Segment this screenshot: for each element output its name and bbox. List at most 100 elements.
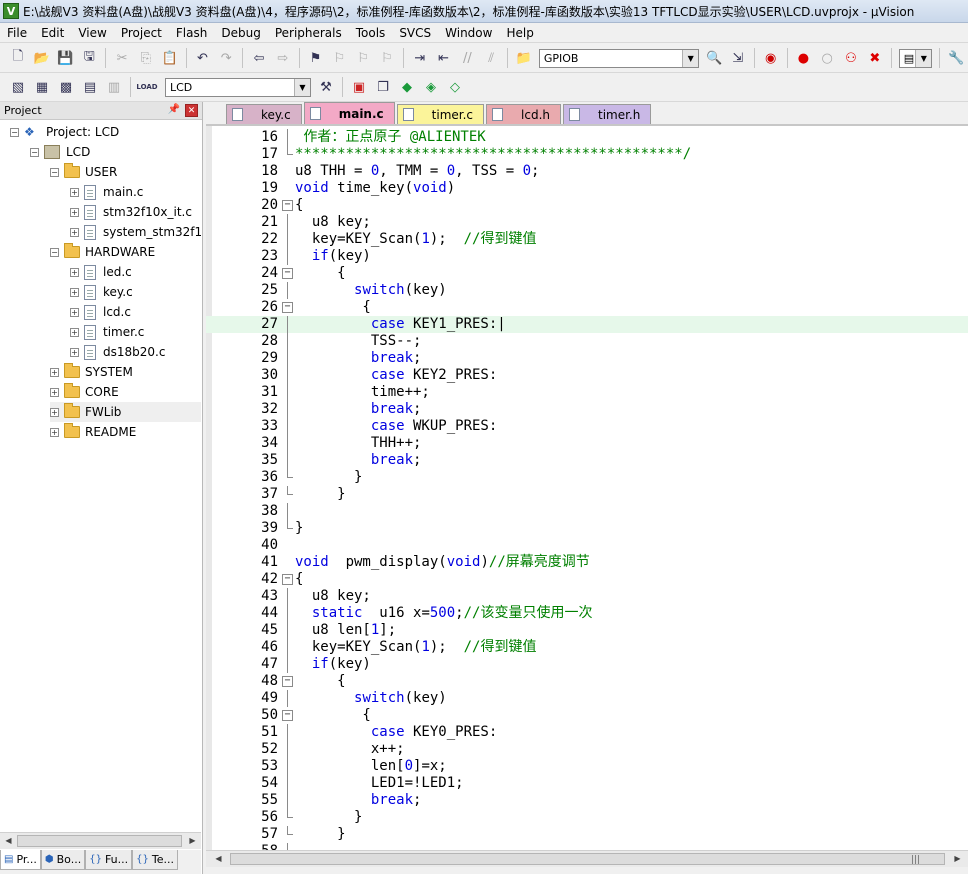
scroll-right-icon[interactable]: ▶ xyxy=(949,851,966,867)
copy-icon[interactable]: ⎘ xyxy=(136,48,156,68)
menu-edit[interactable]: Edit xyxy=(34,23,71,43)
scroll-left-icon[interactable]: ◀ xyxy=(0,833,17,849)
download-load-icon[interactable]: LOAD xyxy=(136,77,157,97)
fold-collapse-icon[interactable]: − xyxy=(282,302,293,313)
expand-icon[interactable]: + xyxy=(70,287,79,297)
comment-icon[interactable]: // xyxy=(457,48,477,68)
scroll-right-icon[interactable]: ▶ xyxy=(184,833,201,849)
expand-icon[interactable]: + xyxy=(50,427,59,437)
next-bookmark-icon[interactable]: ⚐ xyxy=(353,48,373,68)
bookmark-icon[interactable]: ⚑ xyxy=(306,48,326,68)
expand-icon[interactable]: + xyxy=(70,187,79,197)
disable-all-breakpoints-icon[interactable]: ⚇ xyxy=(841,48,861,68)
expand-icon[interactable]: + xyxy=(70,207,79,217)
code-editor[interactable]: 16 作者：正点原子 @ALIENTEK 17 ******************… xyxy=(206,124,968,850)
tree-item[interactable]: + system_stm32f10x.c xyxy=(70,222,201,242)
manage-project-items-icon[interactable]: ▣ xyxy=(349,77,369,97)
tree-item[interactable]: + CORE xyxy=(50,382,201,402)
clear-bookmarks-icon[interactable]: ⚐ xyxy=(377,48,397,68)
configure-icon[interactable]: 🔧 xyxy=(946,48,966,68)
menu-project[interactable]: Project xyxy=(114,23,169,43)
target-options-icon[interactable]: ⚒ xyxy=(316,77,336,97)
kill-all-breakpoints-icon[interactable]: ✖ xyxy=(865,48,885,68)
menu-debug[interactable]: Debug xyxy=(214,23,267,43)
project-tree-hscrollbar[interactable]: ◀ ▶ xyxy=(0,832,201,849)
menu-peripherals[interactable]: Peripherals xyxy=(268,23,349,43)
tree-item[interactable]: + FWLib xyxy=(50,402,201,422)
disable-breakpoint-icon[interactable]: ○ xyxy=(817,48,837,68)
collapse-icon[interactable]: − xyxy=(30,147,39,157)
save-icon[interactable]: 💾 xyxy=(56,48,76,68)
templates-tab[interactable]: {} Te... xyxy=(132,850,178,870)
editor-tab-timer-h[interactable]: timer.h xyxy=(562,104,652,124)
cut-icon[interactable]: ✂ xyxy=(112,48,132,68)
pin-icon[interactable]: 📌 xyxy=(168,104,180,115)
menu-window[interactable]: Window xyxy=(438,23,499,43)
tree-item[interactable]: − HARDWARE xyxy=(50,242,201,262)
fold-collapse-icon[interactable]: − xyxy=(282,200,293,211)
redo-icon[interactable]: ↷ xyxy=(216,48,236,68)
tree-item[interactable]: + timer.c xyxy=(70,322,201,342)
expand-icon[interactable]: + xyxy=(50,407,59,417)
expand-icon[interactable]: + xyxy=(70,267,79,277)
expand-icon[interactable]: + xyxy=(70,327,79,337)
target-select[interactable]: LCD ▼ xyxy=(165,77,311,97)
functions-tab[interactable]: {} Fu... xyxy=(85,850,133,870)
debug-session-icon[interactable]: ◉ xyxy=(761,48,781,68)
expand-icon[interactable]: + xyxy=(50,367,59,377)
expand-icon[interactable]: + xyxy=(50,387,59,397)
collapse-icon[interactable]: − xyxy=(50,167,59,177)
editor-tab-key-c[interactable]: key.c xyxy=(226,104,302,124)
find-in-files-icon[interactable]: 📁 xyxy=(514,48,534,68)
uncomment-icon[interactable]: ⫽ xyxy=(481,48,501,68)
tree-item[interactable]: − ❖ Project: LCD xyxy=(10,122,201,142)
stop-build-icon[interactable]: ▥ xyxy=(104,77,124,97)
file-extensions-icon[interactable]: ❐ xyxy=(373,77,393,97)
scrollbar-thumb[interactable] xyxy=(17,835,182,847)
chevron-down-icon[interactable]: ▼ xyxy=(294,78,310,96)
menu-file[interactable]: File xyxy=(0,23,34,43)
manage-run-time-env-icon[interactable]: ◆ xyxy=(397,77,417,97)
navigate-back-icon[interactable]: ⇦ xyxy=(249,48,269,68)
fold-collapse-icon[interactable]: − xyxy=(282,268,293,279)
pack-installer-icon[interactable]: ◇ xyxy=(445,77,465,97)
build-icon[interactable]: ▦ xyxy=(32,77,52,97)
translate-icon[interactable]: ▧ xyxy=(8,77,28,97)
collapse-icon[interactable]: − xyxy=(10,127,19,137)
search-combo[interactable]: GPIOB ▼ xyxy=(538,48,700,68)
new-file-icon[interactable]: 🗋 xyxy=(8,48,28,68)
scroll-left-icon[interactable]: ◀ xyxy=(210,851,227,867)
collapse-icon[interactable]: − xyxy=(50,247,59,257)
prev-bookmark-icon[interactable]: ⚐ xyxy=(330,48,350,68)
rebuild-icon[interactable]: ▩ xyxy=(56,77,76,97)
editor-hscrollbar[interactable]: ◀ ||| ▶ xyxy=(206,850,968,867)
window-layout-dropdown[interactable]: ▤ ▼ xyxy=(898,48,933,68)
tree-item[interactable]: + lcd.c xyxy=(70,302,201,322)
fold-collapse-icon[interactable]: − xyxy=(282,710,293,721)
menu-help[interactable]: Help xyxy=(499,23,540,43)
undo-icon[interactable]: ↶ xyxy=(193,48,213,68)
tree-item[interactable]: + main.c xyxy=(70,182,201,202)
fold-collapse-icon[interactable]: − xyxy=(282,676,293,687)
expand-icon[interactable]: + xyxy=(70,347,79,357)
editor-tab-timer-c[interactable]: timer.c xyxy=(396,104,485,124)
close-icon[interactable]: ✕ xyxy=(185,104,198,117)
fold-collapse-icon[interactable]: − xyxy=(282,574,293,585)
scrollbar-thumb[interactable]: ||| xyxy=(230,853,945,865)
chevron-down-icon[interactable]: ▼ xyxy=(682,49,699,67)
menu-svcs[interactable]: SVCS xyxy=(392,23,438,43)
tree-item[interactable]: − LCD xyxy=(30,142,201,162)
batch-build-icon[interactable]: ▤ xyxy=(80,77,100,97)
tree-item[interactable]: + key.c xyxy=(70,282,201,302)
menu-view[interactable]: View xyxy=(71,23,113,43)
project-tab[interactable]: ▤ Pr... xyxy=(0,850,41,870)
tree-item[interactable]: + SYSTEM xyxy=(50,362,201,382)
breakpoint-icon[interactable]: ● xyxy=(794,48,814,68)
menu-flash[interactable]: Flash xyxy=(169,23,214,43)
tree-item[interactable]: − USER xyxy=(50,162,201,182)
editor-tab-main-c[interactable]: main.c xyxy=(303,102,395,124)
expand-icon[interactable]: + xyxy=(70,227,79,237)
menu-tools[interactable]: Tools xyxy=(349,23,393,43)
chevron-down-icon[interactable]: ▼ xyxy=(915,49,932,67)
open-folder-icon[interactable]: 📂 xyxy=(32,48,52,68)
